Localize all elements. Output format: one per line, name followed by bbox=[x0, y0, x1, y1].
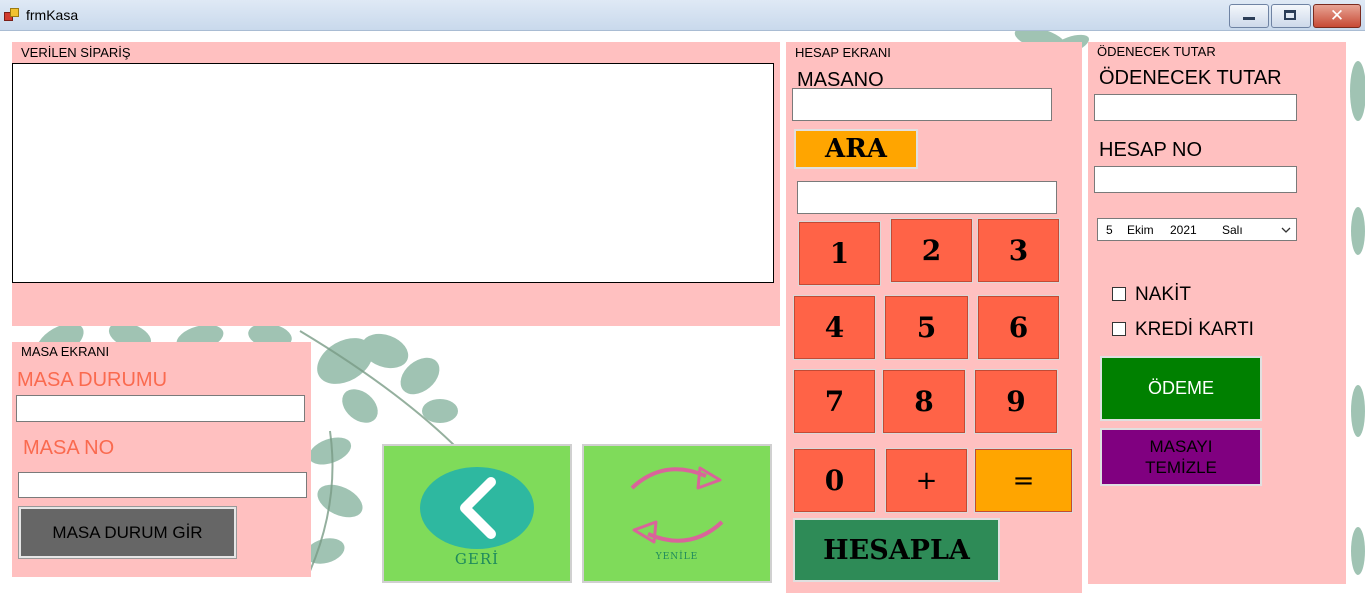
calculate-button[interactable]: HESAPLA bbox=[793, 518, 1000, 582]
key-5-button[interactable]: 5 bbox=[884, 295, 969, 360]
bill-panel-caption: HESAP EKRANI bbox=[795, 45, 891, 60]
clear-table-label-line1: MASAYI bbox=[1149, 437, 1213, 456]
minimize-icon bbox=[1243, 17, 1255, 20]
date-picker[interactable]: 5 Ekim 2021 Salı bbox=[1097, 218, 1297, 241]
key-3-label: 3 bbox=[1008, 234, 1029, 267]
close-icon: ✕ bbox=[1329, 6, 1345, 26]
key-9-button[interactable]: 9 bbox=[974, 369, 1058, 434]
key-5-label: 5 bbox=[916, 311, 937, 344]
key-0-button[interactable]: 0 bbox=[793, 448, 876, 513]
key-3-button[interactable]: 3 bbox=[977, 218, 1060, 283]
key-4-label: 4 bbox=[824, 311, 845, 344]
key-8-label: 8 bbox=[914, 385, 934, 418]
calculate-button-label: HESAPLA bbox=[823, 534, 970, 566]
search-button-label: ARA bbox=[825, 134, 887, 164]
key-2-button[interactable]: 2 bbox=[890, 218, 973, 283]
close-button[interactable]: ✕ bbox=[1313, 4, 1361, 28]
title-bar: frmKasa ✕ bbox=[0, 0, 1365, 31]
search-button[interactable]: ARA bbox=[794, 129, 918, 169]
clear-table-button[interactable]: MASAYI TEMİZLE bbox=[1100, 428, 1262, 486]
table-panel-caption: MASA EKRANI bbox=[21, 344, 110, 359]
refresh-arrows-icon bbox=[630, 466, 724, 544]
key-equals-label: = bbox=[1012, 465, 1035, 496]
back-button-label: GERİ bbox=[454, 550, 500, 568]
date-month: Ekim bbox=[1127, 223, 1154, 237]
refresh-button-label: YENİLE bbox=[655, 552, 699, 562]
date-day: 5 bbox=[1106, 223, 1113, 237]
maximize-button[interactable] bbox=[1271, 4, 1311, 28]
date-year: 2021 bbox=[1170, 223, 1197, 237]
table-panel: MASA EKRANI MASA DURUMU MASA NO MASA DUR… bbox=[12, 342, 311, 577]
key-7-button[interactable]: 7 bbox=[793, 369, 876, 434]
key-7-label: 7 bbox=[824, 385, 845, 418]
key-1-label: 1 bbox=[829, 237, 850, 270]
form-client-area: VERİLEN SİPARİŞ MASA EKRANI MASA DURUMU … bbox=[0, 31, 1365, 593]
cash-label: NAKİT bbox=[1135, 284, 1191, 305]
clear-table-label-line2: TEMİZLE bbox=[1145, 458, 1217, 477]
chevron-left-icon bbox=[420, 467, 534, 549]
minimize-button[interactable] bbox=[1229, 4, 1269, 28]
key-4-button[interactable]: 4 bbox=[793, 295, 876, 360]
app-icon bbox=[4, 8, 19, 21]
credit-card-label: KREDİ KARTI bbox=[1135, 319, 1254, 340]
refresh-button[interactable]: YENİLE bbox=[582, 444, 772, 583]
chevron-down-icon bbox=[1281, 227, 1291, 233]
order-panel-caption: VERİLEN SİPARİŞ bbox=[21, 45, 131, 60]
table-status-field[interactable] bbox=[16, 395, 305, 422]
enter-table-status-label: MASA DURUM GİR bbox=[52, 522, 203, 542]
order-panel: VERİLEN SİPARİŞ bbox=[12, 42, 780, 326]
table-status-label: MASA DURUMU bbox=[17, 369, 168, 391]
key-6-button[interactable]: 6 bbox=[977, 295, 1060, 360]
order-list[interactable] bbox=[12, 63, 774, 283]
key-plus-label: + bbox=[915, 465, 938, 496]
date-weekday: Salı bbox=[1222, 223, 1243, 237]
calculator-display[interactable] bbox=[797, 181, 1057, 214]
maximize-icon bbox=[1284, 10, 1296, 20]
back-button[interactable]: GERİ bbox=[382, 444, 572, 583]
bill-panel: HESAP EKRANI MASANO ARA 1 2 3 4 5 6 7 8 … bbox=[786, 42, 1082, 593]
key-plus-button[interactable]: + bbox=[885, 448, 968, 513]
pay-button-label: ÖDEME bbox=[1147, 378, 1214, 398]
amount-due-field[interactable] bbox=[1094, 94, 1297, 121]
table-number-field[interactable] bbox=[792, 88, 1052, 121]
key-equals-button[interactable]: = bbox=[974, 448, 1073, 513]
key-9-label: 9 bbox=[1006, 385, 1026, 418]
bill-number-field[interactable] bbox=[1094, 166, 1297, 193]
table-no-field[interactable] bbox=[18, 472, 307, 498]
pay-button[interactable]: ÖDEME bbox=[1100, 356, 1262, 421]
credit-card-checkbox[interactable] bbox=[1112, 322, 1126, 336]
amount-due-label: ÖDENECEK TUTAR bbox=[1099, 67, 1282, 89]
key-0-label: 0 bbox=[824, 464, 845, 497]
cash-checkbox[interactable] bbox=[1112, 287, 1126, 301]
bill-number-label: HESAP NO bbox=[1099, 139, 1202, 161]
payment-panel-caption: ÖDENECEK TUTAR bbox=[1097, 44, 1216, 59]
enter-table-status-button[interactable]: MASA DURUM GİR bbox=[19, 507, 236, 558]
key-2-label: 2 bbox=[921, 234, 942, 267]
key-6-label: 6 bbox=[1008, 311, 1029, 344]
key-1-button[interactable]: 1 bbox=[798, 221, 881, 286]
payment-panel: ÖDENECEK TUTAR ÖDENECEK TUTAR HESAP NO 5… bbox=[1088, 42, 1346, 584]
table-no-label: MASA NO bbox=[23, 437, 115, 459]
key-8-button[interactable]: 8 bbox=[882, 369, 966, 434]
window-title: frmKasa bbox=[26, 7, 79, 23]
